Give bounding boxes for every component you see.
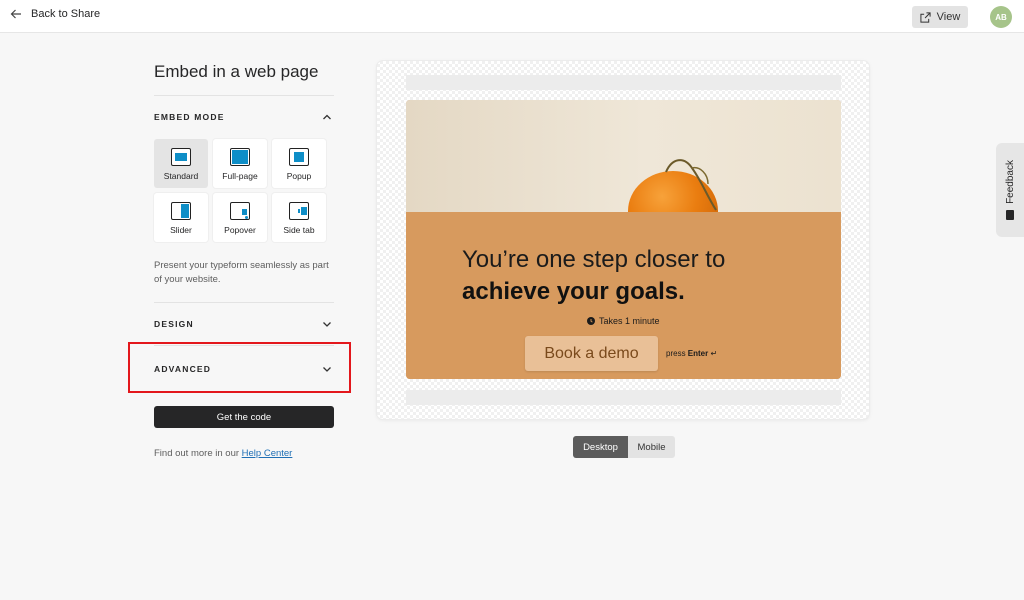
- device-toggle: Desktop Mobile: [573, 436, 675, 458]
- slider-embed-icon: [171, 202, 191, 220]
- popup-embed-icon: [289, 148, 309, 166]
- clock-icon: [587, 317, 595, 325]
- typeform-card: You’re one step closer to achieve your g…: [406, 100, 841, 379]
- help-center-link[interactable]: Help Center: [242, 448, 293, 459]
- mode-slider[interactable]: Slider: [154, 193, 208, 242]
- embed-preview: You’re one step closer to achieve your g…: [377, 61, 869, 419]
- press-enter-hint: press Enter ↵: [666, 349, 717, 358]
- view-button[interactable]: View: [912, 6, 968, 28]
- help-text: Find out more in our Help Center: [154, 448, 334, 459]
- embed-mode-heading: EMBED MODE: [154, 112, 225, 122]
- embed-mode-section-header[interactable]: EMBED MODE: [154, 96, 334, 138]
- placeholder-bar: [406, 75, 841, 90]
- back-label: Back to Share: [31, 8, 101, 20]
- arrow-left-icon: [10, 9, 21, 19]
- side-tab-embed-icon: [289, 202, 309, 220]
- enter-key-text: Enter: [687, 349, 709, 358]
- page-title: Embed in a web page: [154, 62, 319, 81]
- orange-photo: [406, 100, 841, 212]
- press-text: press: [666, 349, 686, 358]
- embed-settings-panel: Embed in a web page EMBED MODE Standard …: [154, 60, 334, 459]
- time-estimate-text: Takes 1 minute: [599, 316, 660, 326]
- external-link-icon: [920, 11, 931, 23]
- embed-mode-description: Present your typeform seamlessly as part…: [154, 260, 329, 285]
- mode-popup[interactable]: Popup: [272, 139, 326, 188]
- design-heading: DESIGN: [154, 319, 194, 329]
- desktop-toggle-button[interactable]: Desktop: [573, 436, 628, 458]
- mode-popover[interactable]: Popover: [213, 193, 267, 242]
- mode-standard[interactable]: Standard: [154, 139, 208, 188]
- enter-key-icon: ↵: [710, 349, 718, 358]
- chevron-up-icon: [323, 114, 331, 120]
- mode-full-page[interactable]: Full-page: [213, 139, 267, 188]
- time-estimate: Takes 1 minute: [587, 316, 660, 326]
- help-prefix: Find out more in our: [154, 448, 242, 459]
- mode-label: Full-page: [222, 171, 258, 181]
- advanced-highlight-box: [128, 342, 351, 393]
- mode-label: Side tab: [283, 225, 315, 235]
- feedback-icon: [1006, 209, 1014, 220]
- popover-embed-icon: [230, 202, 250, 220]
- back-to-share-link[interactable]: Back to Share: [10, 8, 100, 20]
- stem-image: [665, 159, 717, 211]
- top-bar: Back to Share View AB: [0, 0, 1024, 33]
- embed-mode-grid: Standard Full-page Popup Slider Popover …: [154, 139, 334, 242]
- question-line-1: You’re one step closer to: [462, 246, 726, 273]
- placeholder-bar: [406, 390, 841, 405]
- get-the-code-button[interactable]: Get the code: [154, 406, 334, 428]
- mode-label: Popup: [286, 171, 312, 181]
- view-label: View: [936, 11, 961, 23]
- avatar[interactable]: AB: [990, 6, 1012, 28]
- question-area: You’re one step closer to achieve your g…: [406, 212, 841, 379]
- full-page-embed-icon: [230, 148, 250, 166]
- mode-label: Slider: [170, 225, 192, 235]
- mode-side-tab[interactable]: Side tab: [272, 193, 326, 242]
- feedback-tab[interactable]: Feedback: [996, 143, 1024, 237]
- question-line-2: achieve your goals.: [462, 278, 685, 305]
- mobile-toggle-button[interactable]: Mobile: [628, 436, 675, 458]
- standard-embed-icon: [171, 148, 191, 166]
- design-section-header[interactable]: DESIGN: [154, 303, 334, 345]
- mode-label: Popover: [224, 225, 256, 235]
- chevron-down-icon: [323, 322, 331, 327]
- book-a-demo-button[interactable]: Book a demo: [525, 336, 658, 371]
- feedback-label: Feedback: [1004, 160, 1016, 204]
- mode-label: Standard: [163, 171, 199, 181]
